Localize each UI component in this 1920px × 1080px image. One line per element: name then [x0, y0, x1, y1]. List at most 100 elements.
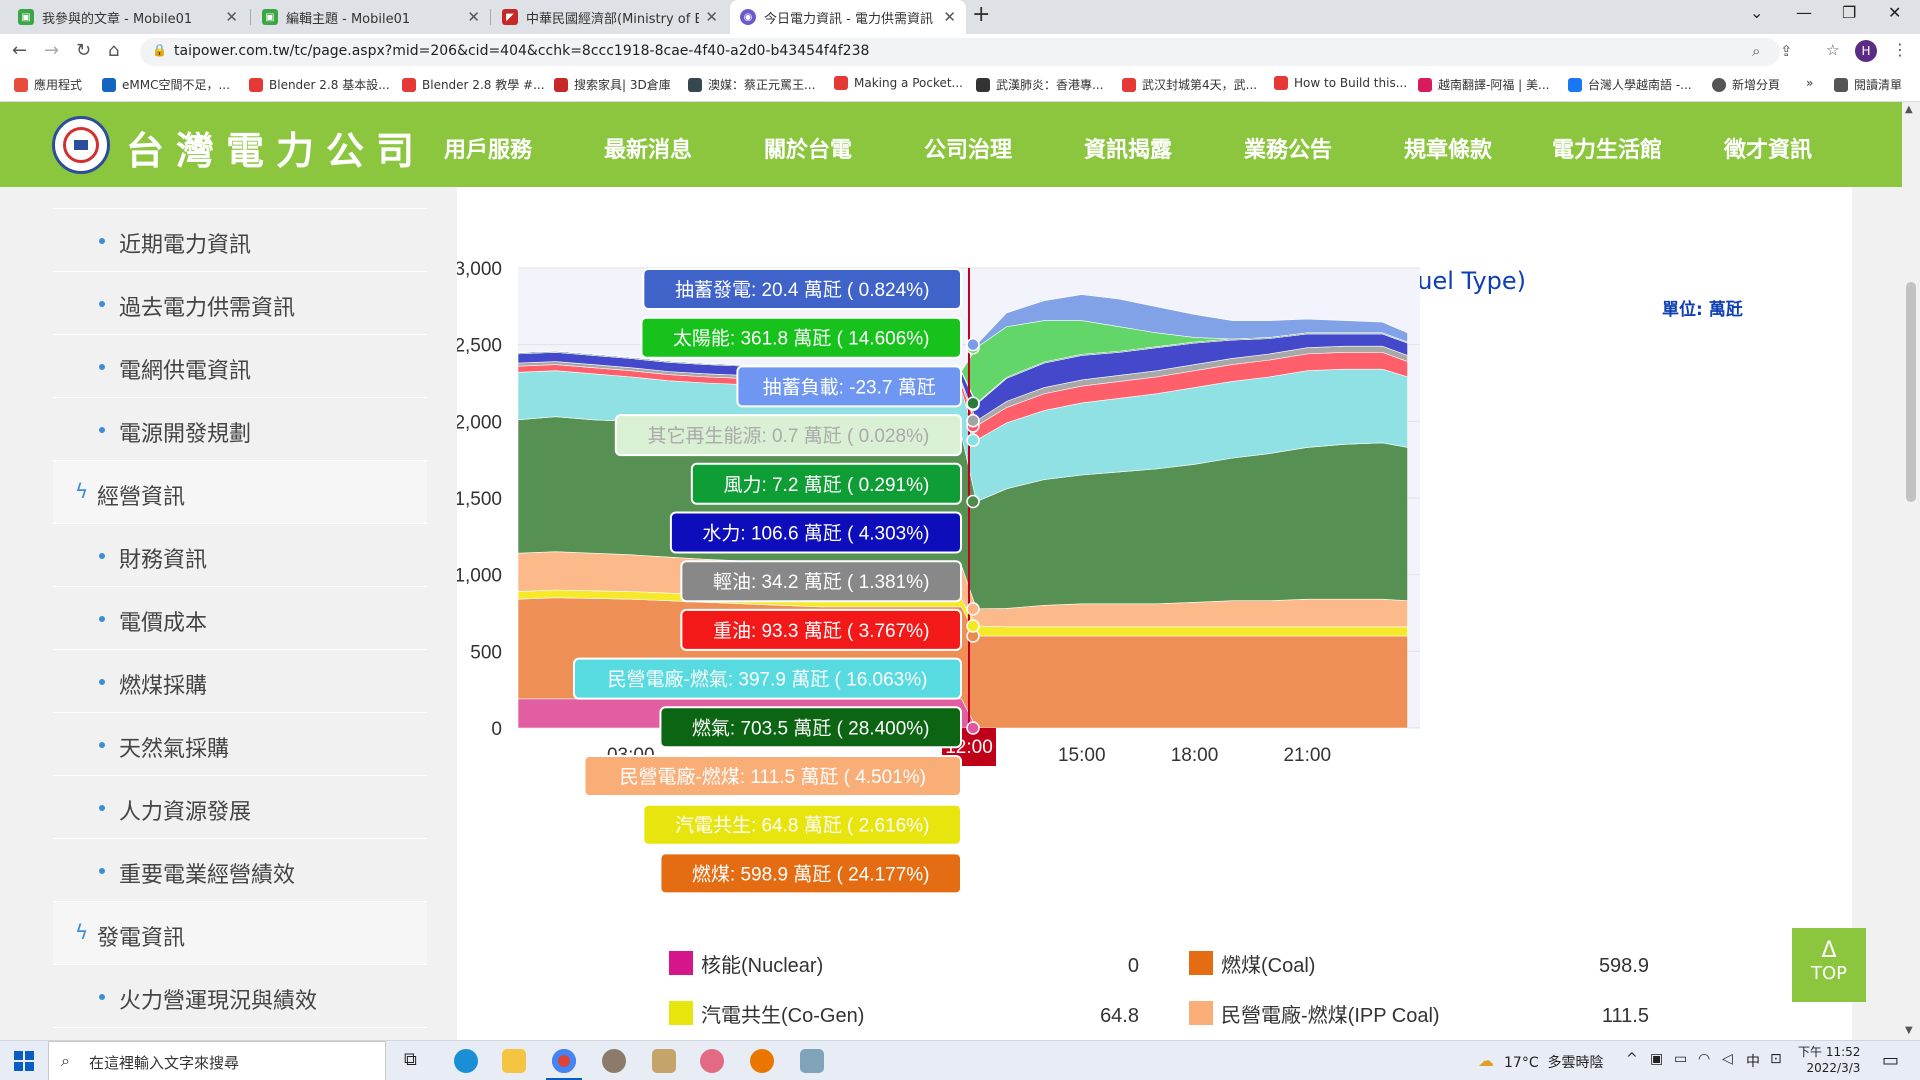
sidebar-item-label: 財務資訊: [119, 548, 208, 573]
sidebar-item-past-supply[interactable]: 過去電力供需資訊: [53, 272, 427, 335]
edge-browser-icon[interactable]: [454, 1049, 478, 1073]
sidebar-item-hr[interactable]: 人力資源發展: [53, 776, 427, 839]
nav-about[interactable]: 關於台電: [764, 132, 852, 164]
address-bar[interactable]: 🔒 taipower.com.tw/tc/page.aspx?mid=206&c…: [140, 38, 1839, 66]
bookmark-item[interactable]: 澳媒：蔡正元罵王...: [688, 76, 815, 93]
sidebar-item-thermal[interactable]: 火力營運現況與績效: [53, 965, 427, 1028]
globe-icon: [1712, 77, 1726, 92]
reload-icon[interactable]: ↻: [76, 40, 91, 61]
scrollbar-thumb[interactable]: [1906, 282, 1916, 502]
bookmarks-overflow-button[interactable]: »: [1806, 76, 1813, 90]
bookmark-item[interactable]: eMMC空間不足，...: [102, 76, 230, 93]
bookmark-item[interactable]: 越南翻譯-阿福 | 美...: [1418, 76, 1549, 93]
sidebar-item-gas-purchase[interactable]: 天然氣採購: [53, 713, 427, 776]
legend-label[interactable]: 汽電共生(Co-Gen): [701, 1004, 864, 1027]
bookmark-item[interactable]: 新增分頁: [1712, 76, 1780, 93]
tab-mobile01-edit[interactable]: ▣ 編輯主題 - Mobile01 ✕: [252, 0, 490, 34]
app-icon[interactable]: [800, 1049, 824, 1073]
tooltip-entry-label: 燃煤: 598.9 萬瓩 ( 24.177%): [692, 863, 930, 885]
sidebar-item-performance[interactable]: 重要電業經營績效: [53, 839, 427, 902]
taskbar-search-input[interactable]: ⌕ 在這裡輸入文字來搜尋: [48, 1041, 386, 1080]
close-icon[interactable]: ✕: [705, 8, 718, 26]
task-view-icon[interactable]: ⧉: [404, 1049, 428, 1073]
bookmark-star-icon[interactable]: ☆: [1826, 41, 1839, 59]
new-tab-button[interactable]: +: [972, 2, 990, 27]
sidebar-item-grid[interactable]: 電網供電資訊: [53, 335, 427, 398]
tooltip-entry-label: 抽蓄負載: -23.7 萬瓩: [763, 376, 936, 398]
sidebar-category-generation[interactable]: ϟ 發電資訊: [53, 902, 427, 965]
zoom-icon[interactable]: ⌕: [1752, 42, 1760, 60]
youtube-icon: [1274, 76, 1288, 90]
nav-announcements[interactable]: 業務公告: [1244, 132, 1332, 164]
sidebar-item-finance[interactable]: 財務資訊: [53, 524, 427, 587]
close-icon[interactable]: ✕: [225, 8, 238, 26]
bookmark-apps[interactable]: 應用程式: [14, 76, 82, 93]
blender-icon[interactable]: [750, 1049, 774, 1073]
back-icon[interactable]: ←: [12, 40, 27, 61]
load-curve-chart[interactable]: 05001,0001,5002,0002,5003,00003:0012:001…: [457, 187, 1852, 1040]
notification-icon[interactable]: ▭: [1882, 1050, 1899, 1071]
app-icon[interactable]: [652, 1049, 676, 1073]
tab-mobile01-articles[interactable]: ▣ 我參與的文章 - Mobile01 ✕: [8, 0, 248, 34]
legend-label[interactable]: 核能(Nuclear): [701, 954, 823, 977]
nav-power-life[interactable]: 電力生活館: [1552, 132, 1662, 164]
bookmark-item[interactable]: 台灣人學越南語 -...: [1568, 76, 1692, 93]
ime-indicator[interactable]: 中: [1746, 1051, 1760, 1071]
home-icon[interactable]: ⌂: [108, 40, 119, 61]
scroll-up-arrow-icon[interactable]: ▲: [1905, 104, 1913, 115]
sidebar-item-development[interactable]: 電源開發規劃: [53, 398, 427, 461]
app-icon[interactable]: [700, 1049, 724, 1073]
bookmark-item[interactable]: Making a Pocket...: [834, 76, 963, 90]
ime-mode-icon[interactable]: ⊡: [1770, 1051, 1782, 1067]
page-scrollbar[interactable]: [1902, 102, 1920, 1040]
taskbar-clock[interactable]: 下午 11:52 2022/3/3: [1798, 1044, 1860, 1076]
taipower-logo-icon[interactable]: [52, 116, 110, 174]
wifi-icon[interactable]: ◠: [1698, 1051, 1710, 1067]
app-icon[interactable]: [602, 1049, 626, 1073]
back-to-top-button[interactable]: Δ TOP: [1792, 928, 1866, 1002]
tray-chevron-icon[interactable]: ^: [1626, 1051, 1638, 1067]
tab-ministry-economic[interactable]: ◤ 中華民國經濟部(Ministry of Econ ✕: [492, 0, 728, 34]
tab-taipower-active[interactable]: ◉ 今日電力資訊 - 電力供需資訊 - 台 ✕: [730, 0, 966, 34]
network-icon[interactable]: ▣: [1650, 1051, 1663, 1067]
legend-swatch: [669, 951, 693, 975]
forward-icon[interactable]: →: [44, 40, 59, 61]
weather-text[interactable]: 17°C 多雲時陰: [1504, 1052, 1604, 1072]
nav-careers[interactable]: 徵才資訊: [1724, 132, 1812, 164]
window-close-icon[interactable]: ✕: [1888, 3, 1901, 22]
nav-governance[interactable]: 公司治理: [924, 132, 1012, 164]
bookmark-item[interactable]: 武汉封城第4天，武...: [1122, 76, 1257, 93]
tab-divider: [250, 9, 251, 25]
menu-icon[interactable]: ⋮: [1892, 40, 1908, 59]
bookmark-item[interactable]: How to Build this...: [1274, 76, 1407, 90]
bookmark-item[interactable]: 搜索家具| 3D倉庫: [554, 76, 671, 93]
share-icon[interactable]: ⇪: [1780, 42, 1793, 60]
close-icon[interactable]: ✕: [943, 8, 956, 26]
legend-label[interactable]: 燃煤(Coal): [1221, 954, 1315, 977]
nav-customer-service[interactable]: 用戶服務: [444, 132, 532, 164]
windows-start-icon[interactable]: [14, 1051, 34, 1071]
volume-icon[interactable]: ◁: [1722, 1051, 1733, 1067]
scroll-down-arrow-icon[interactable]: ▼: [1905, 1025, 1913, 1036]
close-icon[interactable]: ✕: [467, 8, 480, 26]
bookmark-item[interactable]: Blender 2.8 教學 #...: [402, 76, 545, 93]
minimize-icon[interactable]: —: [1796, 3, 1812, 22]
nav-disclosure[interactable]: 資訊揭露: [1084, 132, 1172, 164]
restore-icon[interactable]: ❐: [1842, 3, 1856, 22]
sidebar-item-coal-purchase[interactable]: 燃煤採購: [53, 650, 427, 713]
legend-label[interactable]: 民營電廠-燃煤(IPP Coal): [1221, 1003, 1440, 1027]
chrome-icon[interactable]: [552, 1049, 576, 1073]
sidebar-item-price-cost[interactable]: 電價成本: [53, 587, 427, 650]
file-explorer-icon[interactable]: [502, 1049, 526, 1073]
tab-search-icon[interactable]: ⌄: [1750, 3, 1763, 22]
site-logo-text[interactable]: 台灣電力公司: [126, 120, 426, 175]
battery-icon[interactable]: ▭: [1674, 1051, 1687, 1067]
sidebar-item-recent-power[interactable]: 近期電力資訊: [53, 209, 427, 272]
bookmark-item[interactable]: Blender 2.8 基本設...: [249, 76, 390, 93]
sidebar-category-operations[interactable]: ϟ 經營資訊: [53, 461, 427, 524]
profile-avatar[interactable]: H: [1855, 40, 1877, 62]
nav-news[interactable]: 最新消息: [604, 132, 692, 164]
nav-regulations[interactable]: 規章條款: [1404, 132, 1492, 164]
reading-list[interactable]: 閱讀清單: [1834, 76, 1902, 93]
bookmark-item[interactable]: 武漢肺炎：香港專...: [976, 76, 1103, 93]
